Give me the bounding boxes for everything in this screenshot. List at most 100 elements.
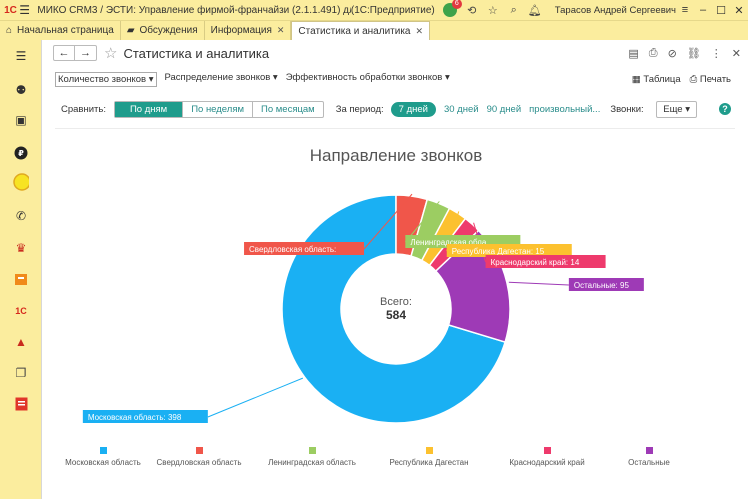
tab-label: Статистика и аналитика <box>298 25 411 37</box>
compare-segmented: По дням По неделям По месяцам <box>113 100 324 118</box>
period-label: За период: <box>335 103 384 115</box>
favorites-star-icon[interactable]: ☆ <box>487 4 499 17</box>
favorite-star-icon[interactable]: ☆ <box>104 44 117 62</box>
history-icon[interactable]: ⟲ <box>466 4 478 17</box>
chart-title: Направление звонков <box>310 146 483 165</box>
legend-label: Республика Дагестан <box>389 458 468 467</box>
tab-label: Начальная страница <box>17 25 114 36</box>
document-icon[interactable] <box>13 396 29 412</box>
forward-arrow-icon[interactable]: → <box>75 46 96 60</box>
menu-call-distribution[interactable]: Распределение звонков ▾ <box>165 72 278 87</box>
center-label: Всего: <box>380 296 412 308</box>
table-button[interactable]: ▦ Таблица <box>632 74 681 85</box>
report-toolbar: Количество звонков ▾ Распределение звонк… <box>42 70 748 88</box>
calls-label: Звонки: <box>610 103 644 115</box>
status-circle-icon[interactable] <box>13 173 29 191</box>
menu-call-count[interactable]: Количество звонков ▾ <box>55 71 157 87</box>
center-total: 584 <box>386 308 406 322</box>
compare-label: Сравнить: <box>61 103 106 115</box>
maximize-icon[interactable]: ☐ <box>712 4 730 17</box>
window-title: МИКО CRM3 / ЭСТИ: Управление фирмой-фран… <box>37 4 351 16</box>
printer-icon: ⎙ <box>689 73 698 85</box>
tab-bar: ⌂ Начальная страница ▰ Обсуждения Информ… <box>0 20 748 40</box>
close-tab-icon[interactable]: ✕ <box>415 26 423 37</box>
car-icon[interactable]: ▲ <box>13 334 29 350</box>
platform-label: (1С:Предприятие) <box>350 4 435 16</box>
data-label: Свердловская область: <box>249 245 336 254</box>
link-icon[interactable]: ⛓ <box>687 47 701 60</box>
tab-statistics[interactable]: Статистика и аналитика ✕ <box>291 21 431 40</box>
period-30-days[interactable]: 30 дней <box>444 104 479 115</box>
nav-buttons: ← → <box>53 45 97 61</box>
help-icon[interactable]: ? <box>719 103 731 115</box>
table-icon: ▦ <box>631 73 641 85</box>
legend-swatch <box>544 447 551 454</box>
close-tab-icon[interactable]: ✕ <box>277 25 285 36</box>
currency-icon[interactable]: ₽ <box>13 145 29 161</box>
title-bar: 1С ☰ МИКО CRM3 / ЭСТИ: Управление фирмой… <box>0 0 748 20</box>
legend-label: Ленинградская область <box>268 458 356 467</box>
notification-count: 6 <box>451 0 462 9</box>
phone-chat-icon[interactable]: ✆ <box>13 208 29 224</box>
home-icon: ⌂ <box>6 25 13 36</box>
user-name[interactable]: Тарасов Андрей Сергеевич <box>555 5 676 16</box>
chat-icon: ▰ <box>126 25 135 36</box>
legend-swatch <box>100 447 107 454</box>
compare-by-weeks[interactable]: По неделям <box>183 101 253 117</box>
close-window-icon[interactable]: ✕ <box>730 4 748 17</box>
tab-label: Информация <box>210 25 272 36</box>
more-label: Еще <box>663 103 683 115</box>
support-icon[interactable]: ♛ <box>13 240 29 256</box>
data-label: Остальные: 95 <box>574 281 630 290</box>
bell-icon[interactable]: 🔔︎ <box>528 4 542 17</box>
period-custom[interactable]: произвольный... <box>529 104 600 115</box>
minimize-icon[interactable]: – <box>694 4 712 17</box>
onec-icon[interactable]: 1С <box>13 303 29 319</box>
table-label: Таблица <box>643 73 681 85</box>
legend-swatch <box>646 447 653 454</box>
legend-label: Свердловская область <box>157 458 242 467</box>
main-menu-icon[interactable]: ☰ <box>18 3 31 17</box>
menu-label: Распределение звонков <box>164 71 271 83</box>
search-icon[interactable]: ⌕ <box>508 4 520 16</box>
bag-icon[interactable]: ▣ <box>13 112 29 128</box>
chart-panel: Направление звонков Московская область: … <box>55 128 735 485</box>
donut-chart: Направление звонков Московская область: … <box>65 146 670 467</box>
period-90-days[interactable]: 90 дней <box>487 104 522 115</box>
tab-discussions[interactable]: ▰ Обсуждения <box>121 21 205 40</box>
back-arrow-icon[interactable]: ← <box>54 46 75 60</box>
page-title: Статистика и аналитика <box>123 45 270 61</box>
print-icon[interactable]: ⎙ <box>649 47 658 60</box>
zoom-icon[interactable]: ⊘ <box>668 47 677 60</box>
save-icon[interactable]: ▤ <box>628 47 638 60</box>
legend-label: Остальные <box>628 458 670 467</box>
more-vertical-icon[interactable]: ⋮ <box>711 47 722 60</box>
menu-list-icon[interactable]: ☰ <box>13 48 29 64</box>
leader-line <box>207 377 304 418</box>
close-form-icon[interactable]: ✕ <box>732 47 741 60</box>
legend-label: Краснодарский край <box>509 458 584 467</box>
period-7-days[interactable]: 7 дней <box>390 101 436 117</box>
tab-home[interactable]: ⌂ Начальная страница <box>0 21 121 40</box>
print-button[interactable]: ⎙ Печать <box>690 74 731 85</box>
copy-icon[interactable]: ❐ <box>13 365 29 381</box>
menu-label: Количество звонков <box>58 73 147 85</box>
contacts-icon[interactable]: ⚉ <box>13 82 29 98</box>
compare-by-days[interactable]: По дням <box>114 101 184 117</box>
notifications-icon[interactable]: 6 <box>442 0 462 17</box>
legend-label: Московская область <box>65 458 141 467</box>
leader-line <box>508 281 569 286</box>
legend-swatch <box>309 447 316 454</box>
data-label: Московская область: 398 <box>88 413 182 422</box>
data-label: Республика Дагестан: 15 <box>452 247 545 256</box>
sidebar: ☰ ⚉ ▣ ₽ ✆ ♛ 1С ▲ ❐ <box>0 40 41 499</box>
print-label: Печать <box>699 73 731 85</box>
box-icon[interactable] <box>13 271 29 287</box>
more-button[interactable]: Еще ▾ <box>656 100 697 118</box>
menu-label: Эффективность обработки звонков <box>285 71 443 83</box>
tab-information[interactable]: Информация ✕ <box>205 21 292 40</box>
menu-call-efficiency[interactable]: Эффективность обработки звонков ▾ <box>286 72 450 87</box>
compare-by-months[interactable]: По месяцам <box>253 102 323 117</box>
app-logo-icon: 1С <box>4 4 17 16</box>
settings-menu-icon[interactable]: ≡ <box>676 4 694 17</box>
